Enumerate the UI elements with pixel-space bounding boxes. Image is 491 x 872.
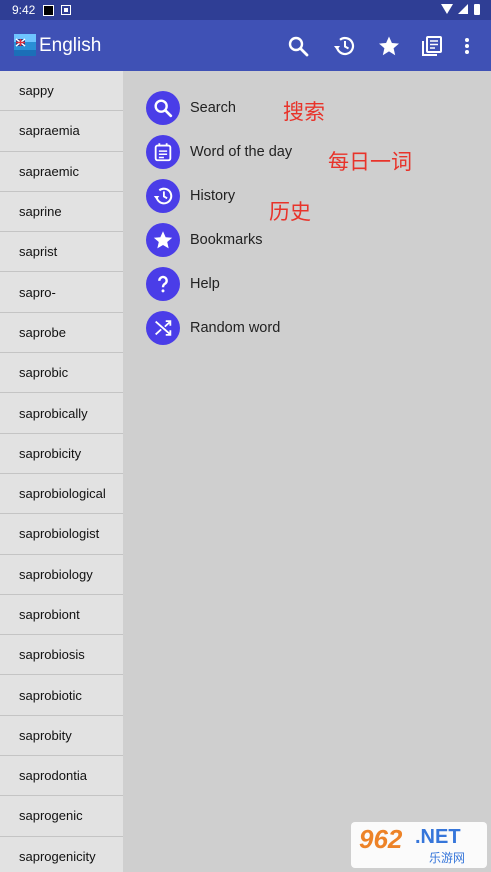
list-item[interactable]: saprogenicity bbox=[0, 837, 123, 872]
list-item[interactable]: saprobiont bbox=[0, 595, 123, 636]
search-icon[interactable] bbox=[286, 34, 310, 58]
menu-item-word-of-the-day[interactable]: Word of the day bbox=[146, 134, 292, 170]
list-item[interactable]: saprine bbox=[0, 192, 123, 233]
history-icon bbox=[146, 179, 180, 213]
list-item[interactable]: saprobiological bbox=[0, 474, 123, 515]
menu-item-search[interactable]: Search bbox=[146, 90, 236, 126]
list-item[interactable]: saprobity bbox=[0, 716, 123, 757]
wifi-icon bbox=[441, 4, 453, 14]
search-icon bbox=[146, 91, 180, 125]
help-icon bbox=[146, 267, 180, 301]
calendar-icon bbox=[146, 135, 180, 169]
list-item[interactable]: saprobe bbox=[0, 313, 123, 354]
annotation-history: 历史 bbox=[269, 200, 311, 224]
menu-item-label: History bbox=[190, 188, 236, 204]
main-menu: Search Word of the day History Bookmarks… bbox=[123, 71, 491, 872]
list-item[interactable]: sapraemic bbox=[0, 152, 123, 192]
menu-item-random-word[interactable]: Random word bbox=[146, 310, 280, 346]
notification-icon-2 bbox=[61, 5, 71, 15]
star-icon[interactable] bbox=[377, 34, 401, 58]
watermark-net: .NET bbox=[415, 826, 461, 848]
app-title: English bbox=[39, 35, 102, 56]
menu-item-history[interactable]: History bbox=[146, 178, 235, 214]
battery-icon bbox=[474, 4, 480, 15]
status-bar: 9:42 bbox=[0, 0, 491, 20]
list-item[interactable]: saprobicity bbox=[0, 434, 123, 474]
menu-item-label: Word of the day bbox=[190, 144, 293, 160]
list-item[interactable]: saprobic bbox=[0, 353, 123, 394]
menu-item-label: Search bbox=[190, 100, 236, 116]
list-item[interactable]: saprogenic bbox=[0, 796, 123, 837]
menu-item-label: Help bbox=[190, 276, 220, 292]
watermark-logo: 962 .NET 乐游网 bbox=[351, 822, 487, 868]
list-item[interactable]: saprodontia bbox=[0, 756, 123, 797]
app-logo-icon bbox=[14, 34, 36, 56]
signal-icon bbox=[458, 4, 468, 14]
list-item[interactable]: saprobiologist bbox=[0, 514, 123, 555]
annotation-search: 搜索 bbox=[283, 100, 325, 124]
list-item[interactable]: saprobiotic bbox=[0, 675, 123, 716]
list-item[interactable]: sapraemia bbox=[0, 111, 123, 152]
menu-item-help[interactable]: Help bbox=[146, 266, 220, 302]
list-item[interactable]: saprobiology bbox=[0, 555, 123, 595]
more-vert-icon[interactable] bbox=[455, 34, 475, 58]
annotation-word-of-day: 每日一词 bbox=[328, 150, 412, 174]
notification-icon bbox=[43, 5, 54, 16]
list-item[interactable]: saprobiosis bbox=[0, 635, 123, 676]
library-icon[interactable] bbox=[420, 34, 444, 58]
list-item[interactable]: sapro- bbox=[0, 272, 123, 313]
menu-item-label: Bookmarks bbox=[190, 232, 263, 248]
list-item[interactable]: saprobically bbox=[0, 393, 123, 434]
menu-item-bookmarks[interactable]: Bookmarks bbox=[146, 222, 263, 258]
history-icon[interactable] bbox=[332, 34, 356, 58]
list-item[interactable]: sappy bbox=[0, 71, 123, 112]
star-icon bbox=[146, 223, 180, 257]
list-item[interactable]: saprist bbox=[0, 232, 123, 273]
shuffle-icon bbox=[146, 311, 180, 345]
watermark-number: 962 bbox=[359, 824, 403, 854]
status-time: 9:42 bbox=[12, 3, 36, 17]
app-bar: English bbox=[0, 20, 491, 71]
word-list[interactable]: sappy sapraemia sapraemic saprine sapris… bbox=[0, 71, 123, 872]
menu-item-label: Random word bbox=[190, 320, 281, 336]
watermark-site: 乐游网 bbox=[429, 851, 466, 865]
